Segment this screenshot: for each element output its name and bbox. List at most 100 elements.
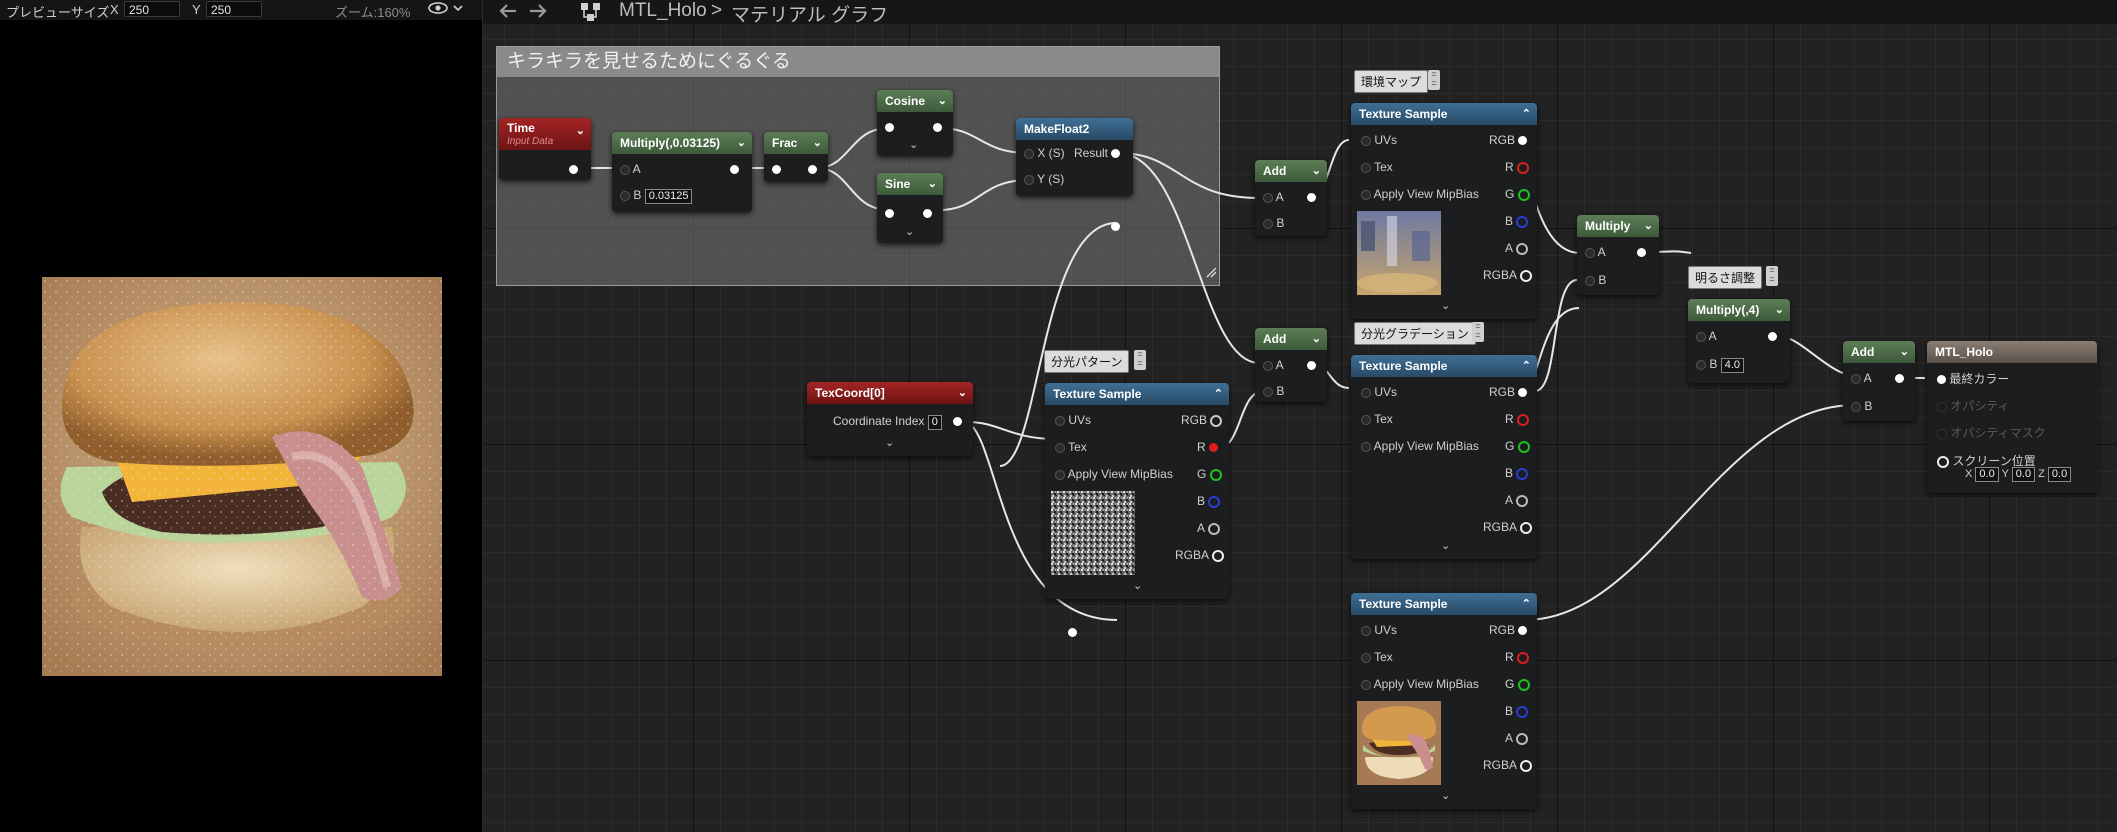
pin-b[interactable]: B (1505, 214, 1529, 228)
pin-g[interactable]: G (1505, 187, 1530, 201)
node-multiply1-pin-b[interactable]: B 0.03125 (620, 188, 693, 204)
pin-mipbias[interactable]: Apply View MipBias (1361, 439, 1479, 453)
chevron-down-icon[interactable]: ⌄ (576, 124, 585, 138)
pin-a[interactable]: A (1505, 493, 1528, 507)
visibility-eye-icon[interactable] (428, 0, 448, 19)
node-add1-pin-b[interactable]: B (1263, 216, 1284, 230)
pin-bubble-icon[interactable]: = = (1472, 322, 1484, 342)
pin-bubble-icon[interactable]: = = (1766, 266, 1778, 286)
reroute-node[interactable] (1111, 218, 1120, 236)
pin-mipbias[interactable]: Apply View MipBias (1361, 187, 1479, 201)
pin-r[interactable]: R (1505, 650, 1530, 664)
node-multiply2-header[interactable]: Multiply ⌄ (1577, 215, 1659, 237)
preview-x-input[interactable]: 250 (124, 1, 180, 17)
node-frac-header[interactable]: Frac ⌄ (764, 132, 828, 154)
node-output-header[interactable]: MTL_Holo (1927, 341, 2097, 363)
pin-rgb[interactable]: RGB (1489, 133, 1528, 147)
node-time-output-pin[interactable] (569, 162, 578, 176)
node-texcoord-header[interactable]: TexCoord[0] ⌄ (807, 382, 973, 404)
chevron-down-icon[interactable]: ⌄ (1900, 341, 1909, 363)
node-multiply3-header[interactable]: Multiply(,4) ⌄ (1688, 299, 1790, 321)
pin-rgb[interactable]: RGB (1489, 385, 1528, 399)
collapse-chevron-icon[interactable]: ⌃ (1522, 103, 1531, 125)
chevron-down-icon[interactable]: ⌄ (958, 382, 967, 404)
chevron-down-icon[interactable]: ⌄ (813, 132, 822, 154)
pin-r[interactable]: R (1505, 412, 1530, 426)
collapse-chevron-icon[interactable]: ⌃ (1522, 593, 1531, 615)
node-ts-burger-header[interactable]: Texture Sample ⌃ (1351, 593, 1537, 615)
coordinate-index-value[interactable]: 0 (927, 415, 942, 430)
y-value[interactable]: 0.0 (2011, 467, 2036, 482)
collapse-chevron-icon[interactable]: ⌃ (1522, 355, 1531, 377)
breadcrumb-graph[interactable]: マテリアル グラフ (731, 0, 888, 27)
node-multiply3-pin-b[interactable]: B 4.0 (1696, 357, 1744, 373)
node-ts-pattern-header[interactable]: Texture Sample ⌃ (1045, 383, 1229, 405)
pin-final-color[interactable]: 最終カラー (1937, 370, 2009, 387)
node-material-output[interactable]: MTL_Holo 最終カラー オパシティ オパシティマスク スクリーン位置 X … (1927, 341, 2097, 493)
pin-a[interactable]: A (1505, 241, 1528, 255)
back-arrow-icon[interactable] (497, 1, 519, 27)
node-makefloat2[interactable]: MakeFloat2 X (S) Result Y (S) (1016, 118, 1133, 196)
pin-tex[interactable]: Tex (1055, 440, 1087, 454)
pin-r[interactable]: R (1197, 440, 1219, 454)
reroute-node[interactable] (1068, 624, 1077, 642)
x-value[interactable]: 0.0 (1975, 467, 1999, 482)
chevron-down-icon[interactable]: ⌄ (1312, 160, 1321, 182)
node-multiply3-pin-a[interactable]: A (1696, 329, 1717, 343)
comment-bubble-spectral-pattern[interactable]: 分光パターン (1044, 350, 1130, 373)
pin-g[interactable]: G (1197, 467, 1222, 481)
node-cosine[interactable]: Cosine ⌄ ⌄ (877, 90, 953, 156)
pin-uvs[interactable]: UVs (1361, 385, 1397, 399)
pin-mipbias[interactable]: Apply View MipBias (1361, 677, 1479, 691)
chevron-down-icon[interactable]: ⌄ (1775, 299, 1784, 321)
pin-tex[interactable]: Tex (1361, 650, 1393, 664)
chevron-down-icon[interactable] (452, 0, 464, 19)
node-sine-output-pin[interactable] (923, 206, 932, 220)
node-add1-header[interactable]: Add ⌄ (1255, 160, 1327, 182)
preview-y-input[interactable]: 250 (206, 1, 262, 17)
chevron-down-icon[interactable]: ⌄ (1312, 328, 1321, 350)
comment-bubble-spectral-gradient[interactable]: 分光グラデーション (1354, 322, 1476, 345)
node-add2-pin-b[interactable]: B (1263, 384, 1284, 398)
node-sine-header[interactable]: Sine ⌄ (877, 173, 943, 195)
node-time-header[interactable]: Time Input Data ⌄ (499, 118, 591, 150)
node-texture-sample-env[interactable]: Texture Sample ⌃ UVs Tex Apply View MipB… (1351, 103, 1537, 319)
node-frac-input-pin[interactable] (772, 162, 781, 176)
node-texcoord[interactable]: TexCoord[0] ⌄ Coordinate Index 0 ⌄ (807, 382, 973, 456)
node-multiply1-output-pin[interactable] (730, 162, 739, 176)
pin-b[interactable]: B (1505, 466, 1529, 480)
pin-rgba[interactable]: RGBA (1175, 548, 1224, 562)
node-multiply2-output-pin[interactable] (1637, 245, 1646, 259)
expand-chevron-icon[interactable]: ⌄ (1441, 789, 1450, 802)
node-cosine-header[interactable]: Cosine ⌄ (877, 90, 953, 112)
node-cosine-input-pin[interactable] (885, 120, 894, 134)
pin-mipbias[interactable]: Apply View MipBias (1055, 467, 1173, 481)
node-texture-sample-gradient[interactable]: Texture Sample ⌃ UVs Tex Apply View MipB… (1351, 355, 1537, 559)
node-texture-sample-pattern[interactable]: Texture Sample ⌃ UVs Tex Apply View MipB… (1045, 383, 1229, 599)
forward-arrow-icon[interactable] (527, 1, 549, 27)
node-add1-pin-a[interactable]: A (1263, 190, 1284, 204)
chevron-down-icon[interactable]: ⌄ (928, 173, 937, 195)
pin-uvs[interactable]: UVs (1361, 623, 1397, 637)
pin-a[interactable]: A (1197, 521, 1220, 535)
pin-rgb[interactable]: RGB (1489, 623, 1528, 637)
node-add3-header[interactable]: Add ⌄ (1843, 341, 1915, 363)
node-add-3[interactable]: Add ⌄ A B (1843, 341, 1915, 421)
expand-chevron-icon[interactable]: ⌄ (905, 225, 914, 238)
node-add2-output-pin[interactable] (1307, 358, 1316, 372)
node-makefloat2-header[interactable]: MakeFloat2 (1016, 118, 1133, 140)
node-multiply-0-03125[interactable]: Multiply(,0.03125) ⌄ A B 0.03125 (612, 132, 752, 212)
node-add2-header[interactable]: Add ⌄ (1255, 328, 1327, 350)
node-frac[interactable]: Frac ⌄ (764, 132, 828, 182)
expand-chevron-icon[interactable]: ⌄ (1441, 539, 1450, 552)
chevron-down-icon[interactable]: ⌄ (938, 90, 947, 112)
resize-grip-icon[interactable] (1205, 265, 1217, 283)
pin-rgba[interactable]: RGBA (1483, 268, 1532, 282)
node-cosine-output-pin[interactable] (933, 120, 942, 134)
pin-bubble-icon[interactable]: = = (1134, 350, 1146, 370)
node-multiply2-pin-a[interactable]: A (1585, 245, 1606, 259)
node-ts-env-header[interactable]: Texture Sample ⌃ (1351, 103, 1537, 125)
node-frac-output-pin[interactable] (808, 162, 817, 176)
node-multiply1-b-value[interactable]: 0.03125 (644, 189, 693, 204)
node-multiply1-pin-a[interactable]: A (620, 162, 641, 176)
